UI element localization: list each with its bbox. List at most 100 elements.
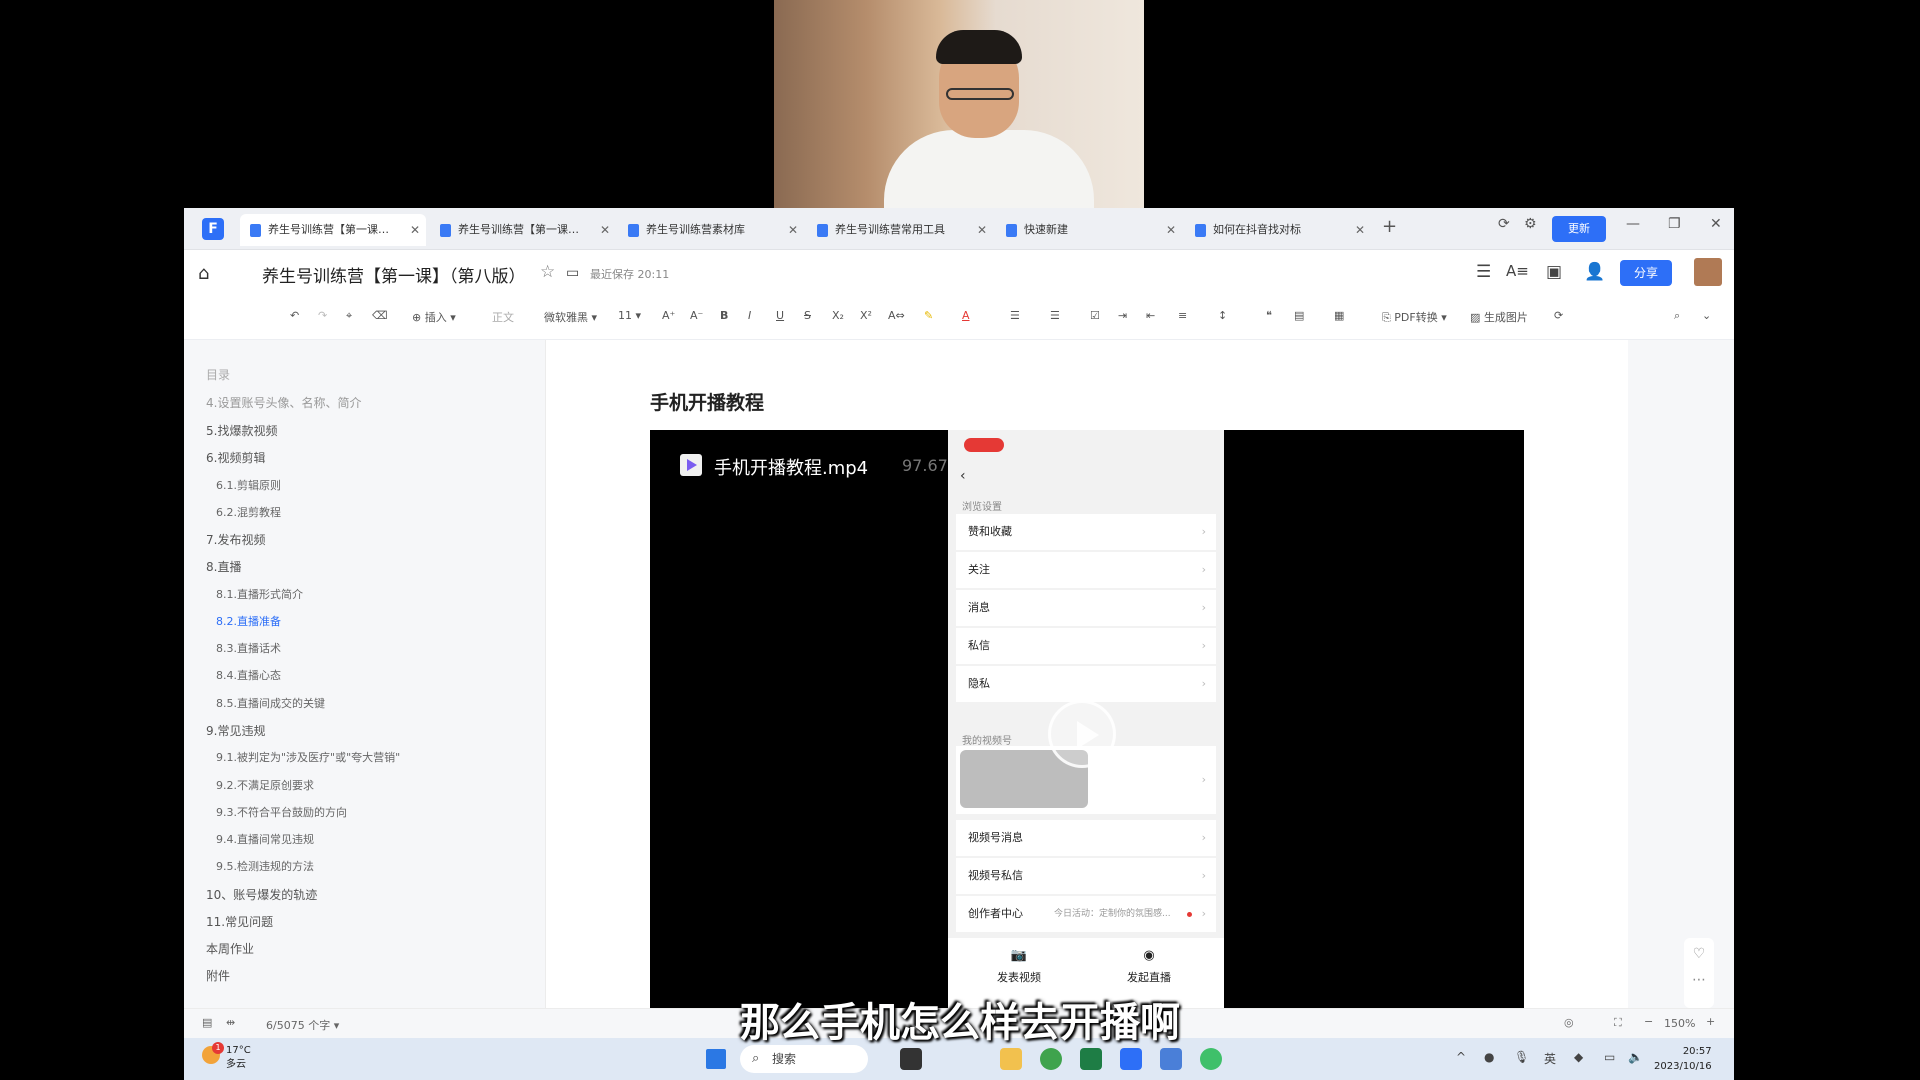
close-icon[interactable]: ✕: [410, 214, 420, 246]
undo-icon[interactable]: ↶: [290, 309, 299, 322]
toc-item[interactable]: 10、账号爆发的轨迹: [206, 886, 317, 903]
update-button[interactable]: 更新: [1552, 216, 1606, 242]
star-icon[interactable]: ☆: [540, 262, 555, 282]
play-button-icon[interactable]: [1048, 700, 1116, 768]
close-icon[interactable]: ✕: [977, 214, 987, 246]
line-spacing-icon[interactable]: ↕: [1218, 309, 1227, 322]
video-player[interactable]: 手机开播教程.mp4 97.67 MB ‹ 浏览设置 赞和收藏 › 关注 › 消息 ›…: [650, 430, 1524, 1008]
toc-item[interactable]: 11.常见问题: [206, 913, 273, 930]
toc-item[interactable]: 本周作业: [206, 940, 254, 957]
task-view-icon[interactable]: [900, 1048, 922, 1070]
tab-doc-4[interactable]: 养生号训练营常用工具 ✕: [807, 214, 993, 246]
toc-item[interactable]: 6.2.混剪教程: [216, 504, 281, 520]
tab-doc-6[interactable]: 如何在抖音找对标 ✕: [1185, 214, 1371, 246]
document-editor[interactable]: 手机开播教程 手机开播教程.mp4 97.67 MB ‹ 浏览设置 赞和收藏 › …: [546, 340, 1628, 1008]
search-icon[interactable]: ⌕: [1674, 309, 1680, 323]
input-method-icon[interactable]: 英: [1544, 1050, 1556, 1067]
close-icon[interactable]: ✕: [1166, 214, 1176, 246]
toc-item[interactable]: 8.5.直播间成交的关键: [216, 695, 325, 711]
toc-item[interactable]: 附件: [206, 967, 230, 984]
close-icon[interactable]: ✕: [788, 214, 798, 246]
windows-start-icon[interactable]: [706, 1049, 726, 1069]
more-icon[interactable]: ⋯: [1684, 972, 1714, 988]
toc-item[interactable]: 8.3.直播话术: [216, 640, 281, 656]
toc-item[interactable]: 6.1.剪辑原则: [216, 477, 281, 493]
toc-item[interactable]: 8.4.直播心态: [216, 667, 281, 683]
toc-item[interactable]: 7.发布视频: [206, 531, 265, 548]
strikethrough-icon[interactable]: S: [804, 309, 811, 322]
underline-icon[interactable]: U: [776, 309, 784, 322]
toc-item[interactable]: 9.4.直播间常见违规: [216, 831, 314, 847]
table-icon[interactable]: ▦: [1334, 309, 1344, 322]
file-explorer-icon[interactable]: [1000, 1048, 1022, 1070]
sync-icon[interactable]: ⟳: [1498, 216, 1510, 232]
feedback-icon[interactable]: ♡: [1684, 946, 1714, 962]
refresh-icon[interactable]: ⟳: [1554, 309, 1563, 322]
redo-icon[interactable]: ↷: [318, 309, 327, 322]
chevron-down-icon[interactable]: ⌄: [1702, 309, 1711, 322]
toc-item-active[interactable]: 8.2.直播准备: [216, 613, 281, 629]
volume-icon[interactable]: 🔈: [1628, 1050, 1643, 1064]
italic-icon[interactable]: I: [748, 309, 751, 322]
home-icon[interactable]: ⌂: [198, 263, 209, 284]
superscript-icon[interactable]: X²: [860, 309, 872, 322]
system-clock[interactable]: 20:57 2023/10/16: [1654, 1044, 1712, 1074]
avatar[interactable]: [1694, 258, 1722, 286]
font-color-icon[interactable]: A: [962, 309, 970, 322]
weather-widget[interactable]: 17°C 多云: [226, 1044, 251, 1072]
toc-item[interactable]: 6.视频剪辑: [206, 449, 265, 466]
microphone-icon[interactable]: 🎙: [1514, 1050, 1529, 1064]
show-hidden-icons-icon[interactable]: ^: [1456, 1050, 1466, 1064]
toc-item[interactable]: 9.5.检测违规的方法: [216, 858, 314, 874]
highlight-icon[interactable]: ✎: [924, 309, 933, 322]
antivirus-icon[interactable]: ◆: [1574, 1050, 1583, 1064]
tab-quick-new[interactable]: 快速新建 ✕: [996, 214, 1182, 246]
format-painter-icon[interactable]: ⌖: [346, 309, 352, 323]
minimize-icon[interactable]: —: [1626, 216, 1640, 232]
app-tray-icon[interactable]: ●: [1484, 1050, 1494, 1064]
toc-item[interactable]: 9.3.不符合平台鼓励的方向: [216, 804, 347, 820]
font-grow-icon[interactable]: A⁺: [662, 309, 675, 322]
numbered-list-icon[interactable]: ☰: [1050, 309, 1060, 322]
new-tab-plus-icon[interactable]: +: [1382, 216, 1397, 237]
excel-icon[interactable]: [1080, 1048, 1102, 1070]
generate-image-button[interactable]: ▨ 生成图片: [1470, 309, 1528, 325]
tab-doc-3[interactable]: 养生号训练营素材库 ✕: [618, 214, 804, 246]
collaborator-icon[interactable]: 👤: [1584, 262, 1605, 282]
toc-item[interactable]: 9.1.被判定为"涉及医疗"或"夸大营销": [216, 749, 400, 765]
font-size-select[interactable]: 11 ▾: [618, 309, 641, 322]
close-window-icon[interactable]: ✕: [1710, 216, 1722, 232]
restore-icon[interactable]: ❐: [1668, 216, 1681, 232]
toc-item[interactable]: 9.2.不满足原创要求: [216, 777, 314, 793]
bullet-list-icon[interactable]: ☰: [1010, 309, 1020, 322]
align-icon[interactable]: ≡: [1178, 309, 1187, 322]
quote-icon[interactable]: ❝: [1266, 309, 1272, 322]
font-shrink-icon[interactable]: A⁻: [690, 309, 703, 322]
paragraph-style-select[interactable]: 正文: [492, 309, 514, 325]
indent-icon[interactable]: ⇥: [1118, 309, 1127, 322]
settings-icon[interactable]: ⚙: [1524, 216, 1537, 232]
present-icon[interactable]: ▣: [1546, 262, 1562, 282]
character-spacing-icon[interactable]: A⇔: [888, 309, 905, 322]
tab-doc-1[interactable]: 养生号训练营【第一课】... ✕: [240, 214, 426, 246]
browser-icon[interactable]: [1040, 1048, 1062, 1070]
pdf-convert-button[interactable]: ⎘ PDF转换 ▾: [1382, 309, 1447, 325]
menu-icon[interactable]: ☰: [1476, 262, 1491, 282]
toc-item[interactable]: 8.直播: [206, 558, 241, 575]
app-logo-icon[interactable]: F: [202, 218, 224, 240]
document-title[interactable]: 养生号训练营【第一课】（第八版）: [262, 262, 526, 287]
insert-button[interactable]: ⊕ 插入 ▾: [412, 309, 456, 325]
network-icon[interactable]: ▭: [1604, 1050, 1615, 1064]
toc-item[interactable]: 5.找爆款视频: [206, 422, 277, 439]
toc-item[interactable]: 9.常见违规: [206, 722, 265, 739]
close-icon[interactable]: ✕: [600, 214, 610, 246]
share-button[interactable]: 分享: [1620, 260, 1672, 286]
font-family-select[interactable]: 微软雅黑 ▾: [544, 309, 597, 325]
close-icon[interactable]: ✕: [1355, 214, 1365, 246]
text-format-icon[interactable]: A≡: [1506, 262, 1529, 280]
toc-item[interactable]: 8.1.直播形式简介: [216, 586, 303, 602]
eraser-icon[interactable]: ⌫: [372, 309, 388, 322]
taskbar-search[interactable]: ⌕ 搜索: [740, 1045, 868, 1073]
outdent-icon[interactable]: ⇤: [1146, 309, 1155, 322]
comment-icon[interactable]: ▤: [1294, 309, 1304, 322]
